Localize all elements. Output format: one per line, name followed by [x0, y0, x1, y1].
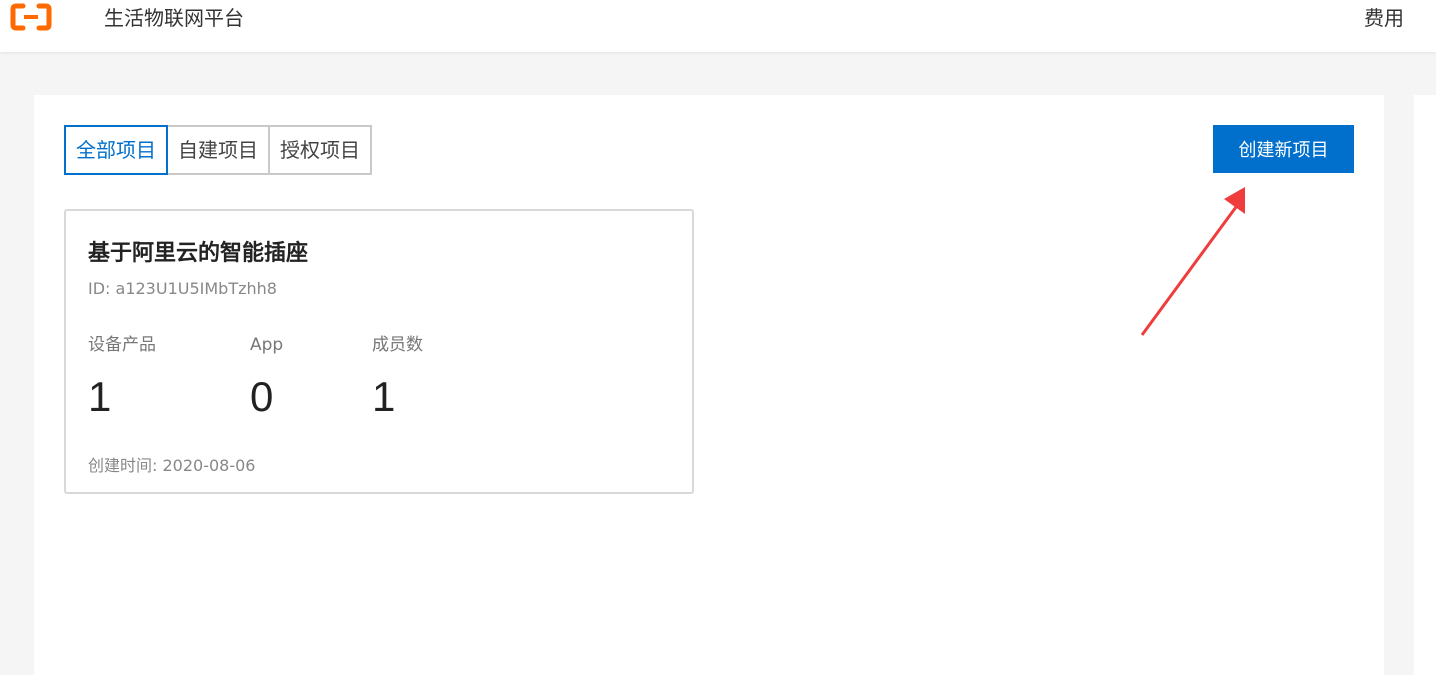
- project-title: 基于阿里云的智能插座: [88, 241, 309, 266]
- project-tabs: 全部项目 自建项目 授权项目: [64, 125, 372, 175]
- stat-label: 成员数: [372, 335, 423, 355]
- project-card[interactable]: 基于阿里云的智能插座 ID: a123U1U5IMbTzhh8 设备产品 1 A…: [64, 209, 694, 494]
- side-panel-edge: [1414, 95, 1436, 675]
- stat-device-products: 设备产品 1: [88, 333, 156, 423]
- stat-label: App: [250, 335, 284, 355]
- nav-fee-link[interactable]: 费用: [1364, 5, 1404, 31]
- stat-app: App 0: [250, 333, 283, 423]
- stat-value: 1: [88, 373, 112, 420]
- main-panel: 全部项目 自建项目 授权项目 创建新项目 基于阿里云的智能插座 ID: a123…: [34, 95, 1384, 675]
- stat-value: 0: [250, 373, 274, 420]
- stat-value: 1: [372, 373, 396, 420]
- app-title: 生活物联网平台: [104, 6, 244, 30]
- tab-all-projects[interactable]: 全部项目: [64, 125, 168, 175]
- create-project-button[interactable]: 创建新项目: [1213, 125, 1354, 173]
- project-created-date: 创建时间: 2020-08-06: [88, 456, 256, 475]
- aliyun-logo-icon[interactable]: [10, 3, 52, 31]
- tab-self-built-projects[interactable]: 自建项目: [166, 125, 270, 175]
- top-bar: 生活物联网平台 费用: [0, 0, 1436, 52]
- stat-label: 设备产品: [88, 335, 156, 355]
- project-id: ID: a123U1U5IMbTzhh8: [88, 279, 277, 298]
- stat-members: 成员数 1: [372, 333, 423, 423]
- tab-authorized-projects[interactable]: 授权项目: [268, 125, 372, 175]
